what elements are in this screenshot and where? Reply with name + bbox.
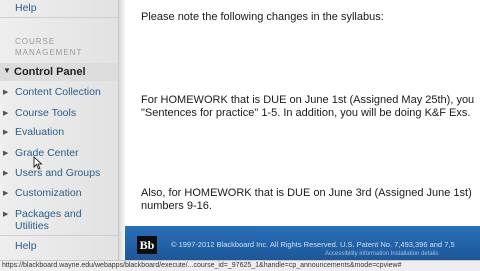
- announcement-line-homework-june-3: Also, for HOMEWORK that is DUE on June 3…: [141, 187, 472, 199]
- announcement-line-numbers: numbers 9-16.: [141, 200, 212, 212]
- copyright-text: © 1997-2012 Blackboard Inc. All Rights R…: [171, 240, 455, 249]
- sidebar-item-course-tools[interactable]: Course Tools: [15, 107, 76, 119]
- browser-status-bar: https://blackboard.wayne.edu/webapps/bla…: [0, 260, 480, 271]
- announcement-line-homework-june-1: For HOMEWORK that is DUE on June 1st (As…: [141, 94, 475, 106]
- chevron-down-icon: ▼: [3, 66, 11, 75]
- section-header-line2: MANAGEMENT: [15, 48, 83, 57]
- sidebar-item-evaluation[interactable]: Evaluation: [15, 126, 64, 138]
- chevron-right-icon: ▶: [3, 89, 9, 96]
- sidebar-item-content-collection[interactable]: Content Collection: [15, 86, 101, 98]
- blackboard-footer: Bb © 1997-2012 Blackboard Inc. All Right…: [125, 226, 480, 260]
- chevron-right-icon: ▶: [3, 170, 9, 177]
- chevron-right-icon: ▶: [3, 129, 9, 136]
- sidebar-help-link-bottom[interactable]: Help: [15, 240, 37, 252]
- blackboard-logo[interactable]: Bb: [137, 236, 157, 254]
- chevron-right-icon: ▶: [3, 211, 9, 218]
- chevron-right-icon: ▶: [3, 110, 9, 117]
- section-header-course-management: COURSE MANAGEMENT: [15, 36, 82, 58]
- sidebar-item-customization[interactable]: Customization: [15, 187, 82, 199]
- control-panel-title: Control Panel: [14, 66, 86, 78]
- sidebar-item-packages-and-utilities[interactable]: Packages and Utilities: [15, 208, 115, 232]
- sidebar-item-grade-center[interactable]: Grade Center: [15, 147, 79, 159]
- footer-links[interactable]: Accessibility information Installation d…: [325, 251, 438, 257]
- announcement-line-sentences: "Sentences for practice" 1-5. In additio…: [141, 107, 471, 119]
- section-header-line1: COURSE: [15, 37, 56, 46]
- announcement-line-intro: Please note the following changes in the…: [141, 11, 384, 23]
- sidebar-help-link-top[interactable]: Help: [15, 2, 37, 14]
- sidebar-item-users-and-groups[interactable]: Users and Groups: [15, 167, 100, 179]
- course-menu-sidebar: Help COURSE MANAGEMENT ▼ Control Panel ▶…: [0, 0, 119, 270]
- chevron-right-icon: ▶: [3, 150, 9, 157]
- control-panel-header[interactable]: ▼ Control Panel: [0, 63, 118, 81]
- divider: [0, 17, 118, 18]
- divider: [0, 235, 118, 236]
- chevron-right-icon: ▶: [3, 190, 9, 197]
